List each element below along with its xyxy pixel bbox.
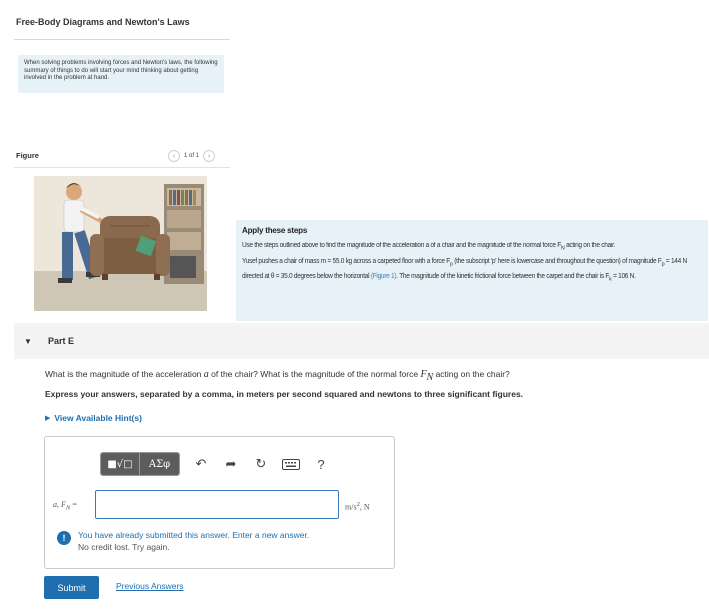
question-a: What is the magnitude of the acceleratio… <box>45 369 204 379</box>
figure-label: Figure <box>16 151 39 160</box>
steps-box: Apply these steps Use the steps outlined… <box>236 220 708 321</box>
steps-p2-b: (the subscript 'p' here is lowercase and… <box>452 257 662 265</box>
steps-p2-e: = 106 N. <box>611 272 636 280</box>
steps-p2-a: Yusef pushes a chair of mass m = 55.0 kg… <box>242 257 450 265</box>
templates-button[interactable]: ■√□ <box>101 453 139 475</box>
symbols-button[interactable]: ΑΣφ <box>139 453 179 475</box>
chevron-right-icon[interactable]: › <box>203 150 216 162</box>
intro-text: When solving problems involving forces a… <box>24 60 218 82</box>
steps-paragraph-1: Use the steps outlined above to find the… <box>242 240 707 255</box>
help-button[interactable]: ? <box>306 453 336 475</box>
caret-right-icon: ▶ <box>45 415 51 422</box>
question-b: of the chair? What is the magnitude of t… <box>208 369 421 379</box>
answer-panel: ■√□ ΑΣφ ↶ ➦ ↻ ? a, FN = m/s2, N ! You ha… <box>44 436 395 569</box>
template-buttons: ■√□ ΑΣφ <box>100 452 180 476</box>
caret-down-icon[interactable]: ▼ <box>24 337 40 346</box>
question-text: What is the magnitude of the acceleratio… <box>45 369 510 383</box>
reset-icon[interactable]: ↻ <box>246 453 276 475</box>
steps-line-1-end: acting on the chair. <box>564 242 616 249</box>
answer-unit-a: m/s <box>345 502 357 512</box>
figure-pager: ‹ 1 of 1 › <box>168 150 216 162</box>
submit-button[interactable]: Submit <box>44 576 99 599</box>
previous-answers-link[interactable]: Previous Answers <box>116 581 184 591</box>
part-e-header[interactable]: ▼ Part E <box>14 323 709 359</box>
view-hints-link[interactable]: ▶ View Available Hint(s) <box>45 413 142 423</box>
figure-1-link[interactable]: (Figure 1) <box>371 273 397 280</box>
feedback-line-2: No credit lost. Try again. <box>78 542 170 552</box>
pager-text: 1 of 1 <box>184 153 200 159</box>
feedback-line-1: You have already submitted this answer. … <box>78 530 310 540</box>
chevron-left-icon[interactable]: ‹ <box>168 150 180 162</box>
answer-label-eq: = <box>70 500 77 509</box>
math-toolbar: ■√□ ΑΣφ ↶ ➦ ↻ ? <box>100 452 336 476</box>
question-c: acting on the chair? <box>433 369 510 379</box>
part-title: Part E <box>48 336 75 346</box>
figure-illustration <box>34 176 207 311</box>
steps-text: Use the steps outlined above to find the… <box>242 240 707 286</box>
answer-unit: m/s2, N <box>345 501 370 512</box>
steps-p2-d: . The magnitude of the kinetic frictiona… <box>396 272 610 280</box>
feedback-message: ! You have already submitted this answer… <box>57 530 309 552</box>
steps-title: Apply these steps <box>242 226 308 235</box>
redo-icon[interactable]: ➦ <box>216 453 246 475</box>
title-divider <box>14 39 230 40</box>
info-icon: ! <box>57 531 71 545</box>
answer-input[interactable] <box>95 490 339 519</box>
page-title: Free-Body Diagrams and Newton's Laws <box>16 17 190 27</box>
undo-icon[interactable]: ↶ <box>186 453 216 475</box>
keyboard-glyph <box>282 458 300 470</box>
figure-image[interactable] <box>34 176 207 311</box>
steps-line-1: Use the steps outlined above to find the… <box>242 242 561 249</box>
instruction-text: Express your answers, separated by a com… <box>45 389 524 399</box>
hint-label: View Available Hint(s) <box>54 413 142 423</box>
figure-divider <box>14 167 230 168</box>
answer-label: a, FN = <box>53 500 77 512</box>
answer-label-a: a, F <box>53 500 66 509</box>
intro-box: When solving problems involving forces a… <box>18 55 224 93</box>
keyboard-icon[interactable] <box>276 453 306 475</box>
answer-unit-b: , N <box>359 502 370 512</box>
steps-paragraph-2: Yusef pushes a chair of mass m = 55.0 kg… <box>242 256 707 286</box>
